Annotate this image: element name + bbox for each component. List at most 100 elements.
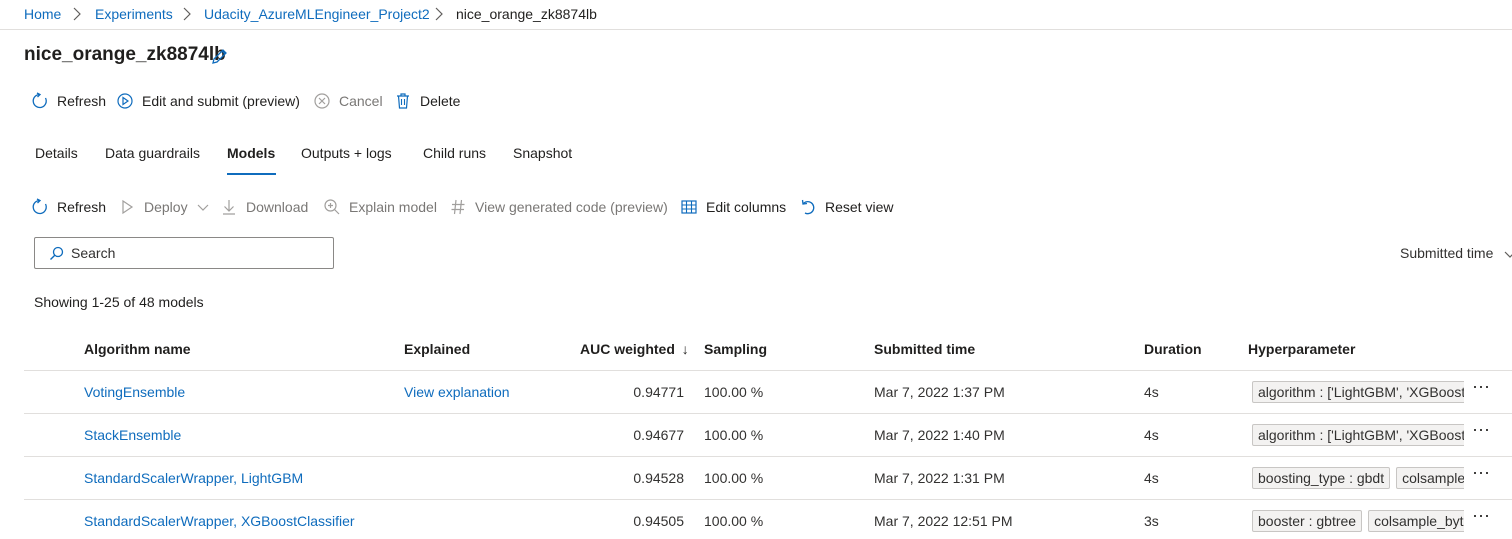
- duration-value: 4s: [1144, 470, 1159, 486]
- auc-weighted-value: 0.94771: [633, 384, 684, 400]
- duration-value: 3s: [1144, 513, 1159, 529]
- hyperparameter-chip: booster : gbtree: [1252, 510, 1363, 532]
- models-refresh-label: Refresh: [57, 199, 107, 215]
- column-header-algorithm[interactable]: Algorithm name: [84, 341, 191, 357]
- active-tab-indicator: [227, 173, 276, 175]
- tab-data-guardrails[interactable]: Data guardrails: [105, 145, 200, 161]
- zoom-in-icon: [324, 199, 340, 215]
- download-button[interactable]: Download: [220, 194, 308, 220]
- table-row[interactable]: VotingEnsemble View explanation 0.94771 100…: [24, 371, 1512, 414]
- sort-dropdown[interactable]: Submitted time: [1400, 245, 1512, 261]
- delete-run-button[interactable]: Delete: [394, 88, 460, 114]
- table-grid-icon: [681, 200, 697, 214]
- edit-columns-label: Edit columns: [706, 199, 787, 215]
- models-count-text: Showing 1-25 of 48 models: [34, 294, 204, 310]
- hash-icon: [451, 199, 465, 215]
- auc-weighted-value: 0.94677: [633, 427, 684, 443]
- submitted-time-value: Mar 7, 2022 1:40 PM: [874, 427, 1005, 443]
- tab-outputs-logs[interactable]: Outputs + logs: [301, 145, 392, 161]
- run-refresh-label: Refresh: [57, 93, 107, 109]
- chevron-right-icon: [183, 7, 191, 21]
- refresh-icon: [32, 92, 47, 109]
- breadcrumb-experiment[interactable]: Udacity_AzureMLEngineer_Project2: [204, 6, 430, 22]
- run-refresh-button[interactable]: Refresh: [31, 88, 106, 114]
- explain-model-label: Explain model: [349, 199, 437, 215]
- more-options-icon[interactable]: ⋯: [1472, 463, 1496, 487]
- trash-icon: [397, 93, 409, 109]
- auc-weighted-value: 0.94505: [633, 513, 684, 529]
- sampling-value: 100.00 %: [704, 384, 764, 400]
- page-title: nice_orange_zk8874lb: [24, 44, 226, 65]
- tab-snapshot[interactable]: Snapshot: [513, 145, 572, 161]
- column-header-auc-label: AUC weighted: [580, 341, 675, 357]
- play-circle-icon: [117, 93, 133, 109]
- hyperparameter-list: booster : gbtreecolsample_bytre: [1252, 510, 1464, 534]
- edit-columns-button[interactable]: Edit columns: [680, 194, 786, 220]
- download-label: Download: [246, 199, 309, 215]
- column-header-duration[interactable]: Duration: [1144, 341, 1202, 357]
- column-header-explained[interactable]: Explained: [404, 341, 470, 357]
- hyperparameter-chip: algorithm : ['LightGBM', 'XGBoostC: [1252, 381, 1464, 403]
- algorithm-name-link[interactable]: StackEnsemble: [84, 427, 181, 443]
- chevron-right-icon: [73, 7, 81, 21]
- cancel-run-button[interactable]: Cancel: [313, 88, 383, 114]
- table-row[interactable]: StandardScalerWrapper, LightGBM 0.94528 10…: [24, 457, 1512, 500]
- chevron-right-icon: [435, 7, 443, 21]
- tab-details[interactable]: Details: [35, 145, 78, 161]
- edit-pencil-icon[interactable]: [210, 46, 230, 66]
- models-refresh-button[interactable]: Refresh: [31, 194, 106, 220]
- sort-label: Submitted time: [1400, 245, 1494, 261]
- hyperparameter-list: algorithm : ['LightGBM', 'XGBoostC: [1252, 424, 1464, 448]
- explain-model-button[interactable]: Explain model: [323, 194, 437, 220]
- view-generated-code-label: View generated code (preview): [475, 199, 668, 215]
- hyperparameter-chip: algorithm : ['LightGBM', 'XGBoostC: [1252, 424, 1464, 446]
- edit-submit-label: Edit and submit (preview): [142, 93, 300, 109]
- column-header-auc-weighted[interactable]: AUC weighted ↓: [580, 341, 689, 357]
- more-options-icon[interactable]: ⋯: [1472, 377, 1496, 401]
- tab-models[interactable]: Models: [227, 145, 275, 161]
- edit-submit-button[interactable]: Edit and submit (preview): [116, 88, 300, 114]
- breadcrumb: Home Experiments Udacity_AzureMLEngineer…: [0, 0, 1512, 30]
- submitted-time-value: Mar 7, 2022 1:31 PM: [874, 470, 1005, 486]
- hyperparameter-chip: colsample_bytre: [1368, 510, 1464, 532]
- submitted-time-value: Mar 7, 2022 1:37 PM: [874, 384, 1005, 400]
- search-input[interactable]: [71, 243, 321, 263]
- deploy-label: Deploy: [144, 199, 188, 215]
- algorithm-name-link[interactable]: VotingEnsemble: [84, 384, 185, 400]
- breadcrumb-experiments[interactable]: Experiments: [95, 6, 173, 22]
- table-row[interactable]: StandardScalerWrapper, XGBoostClassifier…: [24, 500, 1512, 539]
- table-row[interactable]: StackEnsemble 0.94677 100.00 % Mar 7, 2022 …: [24, 414, 1512, 457]
- reset-view-label: Reset view: [825, 199, 894, 215]
- duration-value: 4s: [1144, 427, 1159, 443]
- cancel-circle-icon: [314, 93, 330, 109]
- view-explanation-link[interactable]: View explanation: [404, 384, 510, 400]
- more-options-icon[interactable]: ⋯: [1472, 420, 1496, 444]
- sampling-value: 100.00 %: [704, 470, 764, 486]
- hyperparameter-list: boosting_type : gbdtcolsample_: [1252, 467, 1464, 491]
- download-icon: [223, 200, 235, 215]
- chevron-down-icon: [1504, 251, 1512, 258]
- column-header-hyperparameter[interactable]: Hyperparameter: [1248, 341, 1355, 357]
- refresh-icon: [32, 198, 47, 215]
- duration-value: 4s: [1144, 384, 1159, 400]
- play-icon: [122, 199, 134, 215]
- deploy-button[interactable]: Deploy: [118, 194, 209, 220]
- column-header-submitted-time[interactable]: Submitted time: [874, 341, 975, 357]
- submitted-time-value: Mar 7, 2022 12:51 PM: [874, 513, 1013, 529]
- chevron-down-icon: [197, 204, 209, 211]
- more-options-icon[interactable]: ⋯: [1472, 506, 1496, 530]
- hyperparameter-chip: boosting_type : gbdt: [1252, 467, 1391, 489]
- algorithm-name-link[interactable]: StandardScalerWrapper, LightGBM: [84, 470, 303, 486]
- hyperparameter-chip: colsample_: [1396, 467, 1464, 489]
- view-generated-code-button[interactable]: View generated code (preview): [449, 194, 668, 220]
- algorithm-name-link[interactable]: StandardScalerWrapper, XGBoostClassifier: [84, 513, 355, 529]
- sort-descending-icon: ↓: [681, 341, 689, 357]
- tab-child-runs[interactable]: Child runs: [423, 145, 486, 161]
- sampling-value: 100.00 %: [704, 427, 764, 443]
- column-header-sampling[interactable]: Sampling: [704, 341, 767, 357]
- breadcrumb-current-run: nice_orange_zk8874lb: [456, 6, 597, 22]
- breadcrumb-home[interactable]: Home: [24, 6, 61, 22]
- delete-run-label: Delete: [420, 93, 461, 109]
- search-box[interactable]: [34, 237, 334, 269]
- reset-view-button[interactable]: Reset view: [799, 194, 893, 220]
